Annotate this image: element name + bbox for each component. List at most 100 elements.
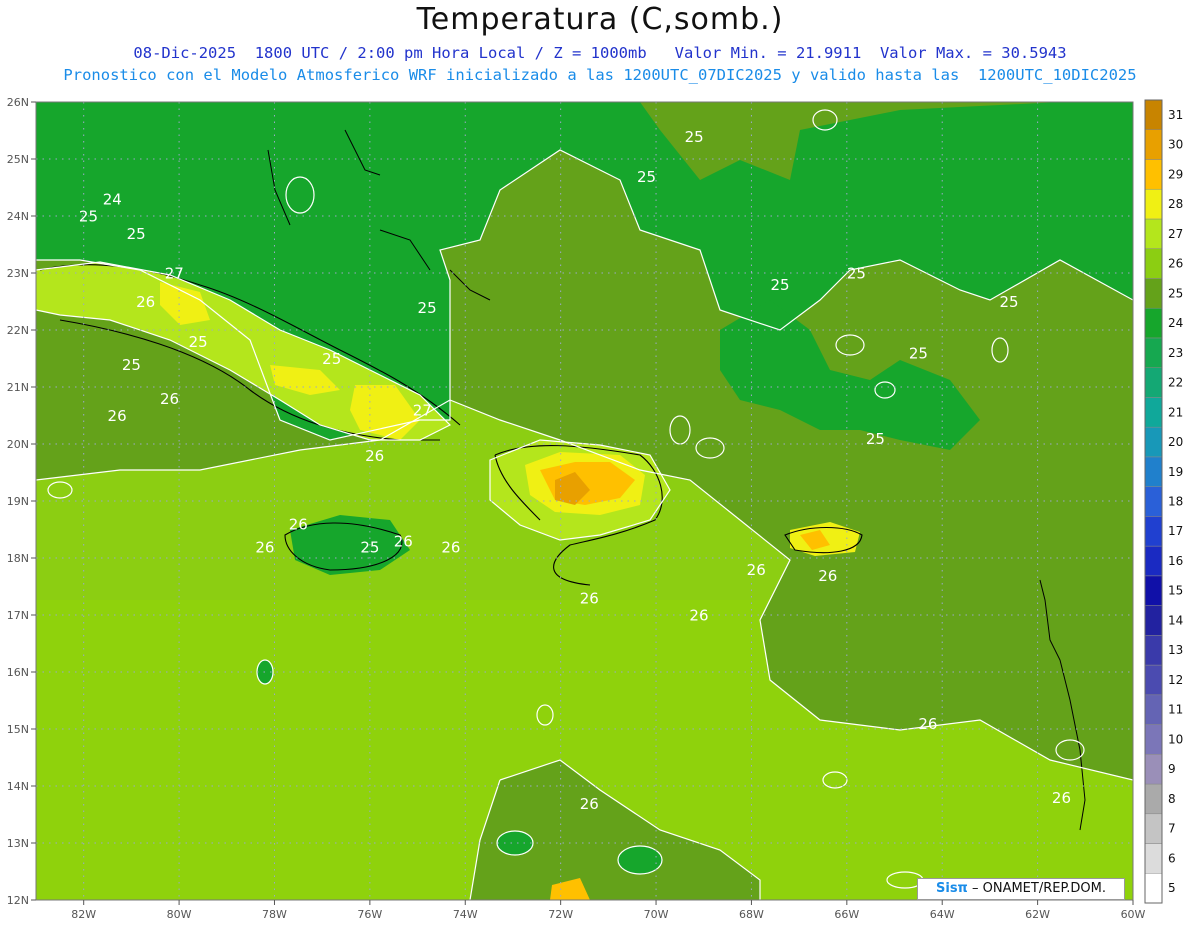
colorbar-swatch-30: [1144, 129, 1163, 160]
contour-label-19: 26: [365, 447, 384, 465]
sispi-logo: Sisπ – ONAMET/REP.DOM.: [917, 878, 1125, 900]
contour-label-22: 25: [360, 538, 379, 556]
sispi-logo-text: – ONAMET/REP.DOM.: [967, 881, 1106, 896]
contour-label-10: 27: [165, 265, 184, 283]
colorbar-swatch-31: [1144, 99, 1163, 130]
colorbar-swatch-10: [1144, 724, 1163, 755]
colorbar-label-31: 31: [1168, 108, 1183, 122]
colorbar-label-19: 19: [1168, 465, 1183, 479]
colorbar-label-21: 21: [1168, 405, 1183, 419]
colorbar-label-26: 26: [1168, 257, 1183, 271]
contour-label-0: 25: [685, 128, 704, 146]
colorbar-label-23: 23: [1168, 346, 1183, 360]
contour-label-9: 26: [136, 293, 155, 311]
contour-label-15: 26: [160, 390, 179, 408]
lat-tick-label-5: 21N: [7, 381, 29, 394]
colorbar-swatch-6: [1144, 843, 1163, 874]
colorbar-swatch-23: [1144, 337, 1163, 368]
lat-tick-label-8: 18N: [7, 552, 29, 565]
contour-label-7: 25: [999, 293, 1018, 311]
contour-label-5: 25: [847, 265, 866, 283]
contour-label-31: 26: [1052, 789, 1071, 807]
colorbar-swatch-11: [1144, 694, 1163, 725]
colorbar-label-5: 5: [1168, 881, 1176, 895]
colorbar-swatch-15: [1144, 575, 1163, 606]
colorbar-swatch-12: [1144, 664, 1163, 696]
lon-tick-label-8: 66W: [834, 908, 859, 921]
contour-label-11: 25: [189, 333, 208, 351]
contour-label-17: 27: [413, 402, 432, 420]
colorbar-label-9: 9: [1168, 762, 1176, 776]
colorbar-swatch-25: [1144, 278, 1163, 309]
shade-region-24-25-east-edge: [1080, 102, 1133, 200]
contour-label-16: 26: [108, 407, 127, 425]
colorbar-label-8: 8: [1168, 792, 1176, 806]
contour-label-13: 25: [122, 356, 141, 374]
lon-tick-label-0: 82W: [71, 908, 96, 921]
contour-label-12: 25: [322, 350, 341, 368]
contour-label-26: 26: [818, 567, 837, 585]
contour-label-24: 26: [441, 538, 460, 556]
colorbar-swatch-18: [1144, 486, 1163, 517]
contour-label-14: 25: [909, 345, 928, 363]
lat-tick-label-7: 19N: [7, 495, 29, 508]
colorbar-label-25: 25: [1168, 286, 1183, 300]
lat-tick-label-10: 16N: [7, 666, 29, 679]
lat-tick-label-2: 24N: [7, 210, 29, 223]
lat-tick-label-3: 23N: [7, 267, 29, 280]
colorbar-label-7: 7: [1168, 822, 1176, 836]
colorbar-label-30: 30: [1168, 138, 1183, 152]
lat-tick-label-11: 15N: [7, 723, 29, 736]
colorbar-swatch-8: [1144, 783, 1163, 815]
contour-label-18: 25: [866, 430, 885, 448]
colorbar-label-10: 10: [1168, 732, 1183, 746]
colorbar-label-24: 24: [1168, 316, 1183, 330]
colorbar-swatch-24: [1144, 307, 1163, 339]
colorbar-label-11: 11: [1168, 703, 1183, 717]
contour-label-29: 26: [918, 715, 937, 733]
colorbar-swatch-21: [1144, 397, 1163, 428]
colorbar-swatch-20: [1144, 426, 1163, 458]
colorbar-swatch-5: [1144, 873, 1163, 904]
contour-label-3: 25: [79, 208, 98, 226]
colorbar-swatch-7: [1144, 813, 1163, 844]
contour-label-6: 25: [771, 276, 790, 294]
colorbar-label-14: 14: [1168, 613, 1183, 627]
contour-label-8: 25: [418, 299, 437, 317]
lat-tick-label-13: 13N: [7, 837, 29, 850]
colorbar-swatch-9: [1144, 754, 1163, 785]
subtitle-model-info: Pronostico con el Modelo Atmosferico WRF…: [63, 66, 1137, 84]
contour-label-1: 25: [637, 168, 656, 186]
contour-label-4: 25: [127, 225, 146, 243]
lon-tick-label-5: 72W: [548, 908, 573, 921]
colorbar-swatch-14: [1144, 605, 1163, 636]
lat-tick-label-9: 17N: [7, 609, 29, 622]
colorbar-label-20: 20: [1168, 435, 1183, 449]
contour-label-23: 26: [394, 533, 413, 551]
map-title: Temperatura (C,somb.): [416, 2, 784, 37]
lon-tick-label-7: 68W: [739, 908, 764, 921]
colorbar-label-16: 16: [1168, 554, 1183, 568]
sispi-logo-mark: Sisπ: [936, 881, 968, 896]
colorbar-swatch-17: [1144, 516, 1163, 547]
colorbar: 5 6 7 8 9 10 11 12 13 14 15 16 17 18 19 20 21 22 23 24 25 26 2…: [1144, 99, 1183, 904]
colorbar-label-12: 12: [1168, 673, 1183, 687]
contour-label-21: 26: [255, 538, 274, 556]
colorbar-swatch-19: [1144, 456, 1163, 487]
lat-tick-label-0: 26N: [7, 96, 29, 109]
contour-label-28: 26: [689, 607, 708, 625]
colorbar-label-18: 18: [1168, 495, 1183, 509]
contour-label-30: 26: [580, 795, 599, 813]
colorbar-swatch-22: [1144, 367, 1163, 398]
contour-label-2: 24: [103, 191, 122, 209]
lat-tick-label-1: 25N: [7, 153, 29, 166]
contour-label-20: 26: [289, 516, 308, 534]
colorbar-swatch-13: [1144, 635, 1163, 666]
lat-tick-label-6: 20N: [7, 438, 29, 451]
colorbar-label-28: 28: [1168, 197, 1183, 211]
temperature-map: 25 25 24 25 25 25 25 25 25 26 27 25 25 25 25 26 26 27 25 26…: [7, 96, 1184, 921]
colorbar-label-27: 27: [1168, 227, 1183, 241]
lat-tick-label-4: 22N: [7, 324, 29, 337]
lon-tick-label-4: 74W: [453, 908, 478, 921]
colorbar-label-13: 13: [1168, 643, 1183, 657]
